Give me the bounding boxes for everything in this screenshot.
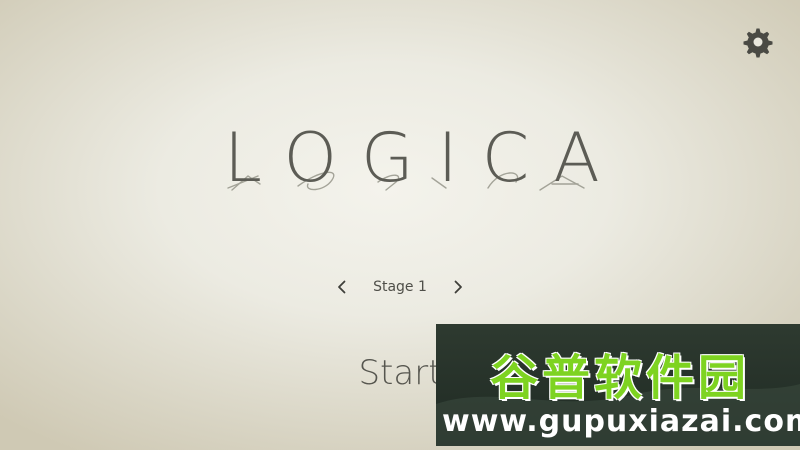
settings-button[interactable] [738,22,778,62]
game-logo: LOGICA [200,118,600,228]
chevron-right-icon [454,280,462,294]
game-title: LOGICA [224,119,624,198]
watermark-chinese-text: 谷普软件园 [489,350,750,406]
watermark-overlay: 谷普软件园 www.gupuxiazai.com [436,324,800,446]
next-stage-button[interactable] [446,272,470,302]
gear-icon [743,28,773,58]
start-button[interactable]: Start [352,345,448,401]
stage-label: Stage 1 [373,279,427,295]
chevron-left-icon [338,280,346,294]
prev-stage-button[interactable] [330,272,354,302]
stage-selector: Stage 1 [330,272,470,302]
watermark-url: www.gupuxiazai.com [442,404,800,439]
